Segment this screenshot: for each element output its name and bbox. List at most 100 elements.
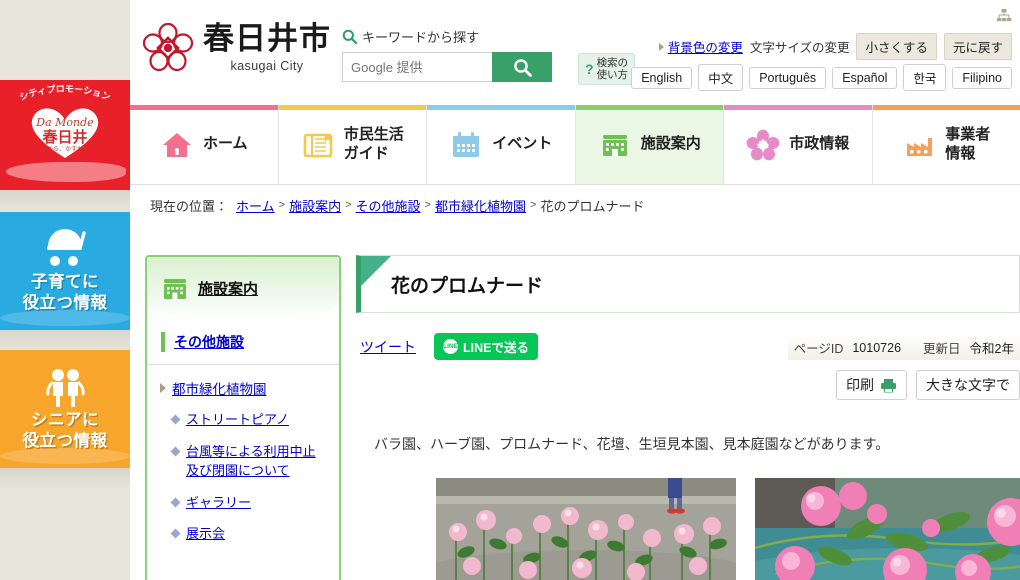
triangle-bullet-icon [160,383,166,393]
search-help-line1: 検索の [596,57,629,69]
local-menu-link-other-facilities[interactable]: その他施設 [161,332,244,352]
nav-label-city-government: 市政情報 [789,135,850,153]
seniors-icon [46,368,85,407]
banner-senior-line2: 役立つ情報 [22,432,108,450]
lang-filipino[interactable]: Filipino [952,66,1012,89]
page-id-value: 1010726 [852,340,902,355]
local-menu-child-item[interactable]: ギャラリー [147,481,339,513]
nav-label-business-info: 事業者 情報 [945,126,991,162]
photo-row [436,478,1020,580]
logo-text-ja: 春日井市 [203,20,331,57]
lang-spanish[interactable]: Español [832,66,898,89]
lang-english[interactable]: English [631,66,693,89]
photo-roses-along-path [436,478,736,580]
photo-roses-closeup [755,478,1020,580]
promo-heart: Da Monde 春日井 だから、かすがい [31,107,99,158]
local-menu-child-item[interactable]: 台風等による利用中止及び閉園について [147,430,339,481]
triangle-bullet-icon [658,42,664,51]
breadcrumb-separator: > [424,199,431,211]
local-menu: 施設案内 その他施設 都市緑化植物園 ストリートピアノ 台風等による利用中止及び… [145,255,341,580]
local-menu-child-exhibition[interactable]: 展示会 [186,525,225,544]
large-text-button[interactable]: 大きな文字で [916,370,1020,400]
font-size-label: 文字サイズの変更 [749,41,850,55]
local-menu-header[interactable]: 施設案内 [147,257,339,320]
language-switcher: English 中文 Português Español 한국 Filipino [631,64,1012,91]
search-submit-button[interactable] [492,52,552,82]
search-input[interactable] [342,52,492,82]
svg-text:だから、かすがい: だから、かすがい [41,145,89,153]
nav-item-facilities[interactable]: 施設案内 [575,105,724,184]
print-label: 印刷 [846,377,874,393]
font-smaller-button[interactable]: 小さくする [856,33,937,60]
guidebook-icon [303,133,333,157]
updated-label: 更新日 [923,342,961,356]
breadcrumb-link-botanical-garden[interactable]: 都市緑化植物園 [435,196,526,215]
search-icon [342,29,357,44]
page-body-text: バラ園、ハーブ園、プロムナード、花壇、生垣見本園、見本庭園などがあります。 [374,436,890,452]
search-label-text: キーワードから探す [362,30,480,45]
line-icon: LINE [443,339,458,354]
page-title-box: 花のプロムナード [356,255,1020,313]
local-menu-child-item[interactable]: ストリートピアノ [147,398,339,430]
site-logo[interactable]: 春日井市 kasugai City [142,22,331,74]
svg-text:春日井: 春日井 [41,128,87,146]
local-menu-child-gallery[interactable]: ギャラリー [186,494,251,513]
factory-icon [907,137,933,156]
breadcrumb-current: 花のプロムナード [540,198,645,214]
breadcrumb-link-home[interactable]: ホーム [236,196,275,215]
print-button[interactable]: 印刷 [836,370,907,400]
nav-label-facilities: 施設案内 [640,135,701,153]
local-menu-parent-item[interactable]: 都市緑化植物園 [147,365,339,398]
banner-senior-info[interactable]: シニアに 役立つ情報 [0,350,130,468]
banner-senior-line1: シニアに [31,410,99,429]
local-menu-child-item[interactable]: 展示会 [147,512,339,544]
nav-label-home: ホーム [202,135,248,153]
banner-childcare-info[interactable]: 子育てに 役立つ情報 [0,212,130,330]
left-banner-rail: シティプロモーション Da Monde 春日井 だから、かすがい 子育てに 役立… [0,0,130,580]
promo-brush-stroke [6,162,126,182]
lang-portuguese[interactable]: Português [749,66,827,89]
breadcrumb-link-facilities[interactable]: 施設案内 [289,196,341,215]
breadcrumb-link-other-facilities[interactable]: その他施設 [356,196,421,215]
nav-item-citizen-guide[interactable]: 市民生活 ガイド [278,105,427,184]
search-help-button[interactable]: ? 検索の 使い方 [578,53,636,86]
updated-value: 令和2年 [969,342,1014,356]
diamond-bullet-icon [170,446,181,457]
banner-childcare-line1: 子育てに [31,272,99,291]
search-label-row: キーワードから探す [342,27,562,46]
local-menu-child-street-piano[interactable]: ストリートピアノ [186,411,289,430]
local-menu-parent-label[interactable]: 都市緑化植物園 [172,378,267,398]
breadcrumb-separator: > [278,199,286,211]
search-icon [513,58,532,77]
building-icon [164,278,186,299]
page-id-pair: ページID 1010726 [794,338,901,357]
tweet-link[interactable]: ツイート [360,337,416,357]
local-menu-top-section: その他施設 [147,328,339,365]
stroller-icon [47,228,86,266]
line-share-label: LINEで送る [463,341,529,355]
nav-item-business-info[interactable]: 事業者 情報 [872,105,1020,184]
nav-item-home[interactable]: ホーム [130,105,279,184]
global-navigation: ホーム 市民生活 ガイド イベント 施設案内 市政情報 事業者 情報 [130,105,1020,185]
line-share-button[interactable]: LINE LINEで送る [434,333,538,360]
lang-chinese[interactable]: 中文 [698,64,744,91]
page-meta-row: ページID 1010726 更新日 令和2年 [787,335,1020,360]
diamond-bullet-icon [170,414,181,425]
nav-item-city-government[interactable]: 市政情報 [724,105,873,184]
background-color-change-link[interactable]: 背景色の変更 [658,37,743,56]
lang-korean[interactable]: 한국 [903,64,947,91]
nav-item-events[interactable]: イベント [427,105,576,184]
sitemap-icon[interactable] [996,8,1012,24]
font-reset-button[interactable]: 元に戻す [943,33,1012,60]
updated-pair: 更新日 令和2年 [923,338,1014,357]
flower-icon [746,129,780,160]
breadcrumb-separator: > [345,199,352,211]
local-menu-heading[interactable]: 施設案内 [198,278,258,299]
kasugai-crest-icon [142,22,194,72]
page-id-label: ページID [793,342,844,356]
page-root: シティプロモーション Da Monde 春日井 だから、かすがい 子育てに 役立… [0,0,1020,580]
diamond-bullet-icon [170,497,181,507]
banner-city-promotion[interactable]: シティプロモーション Da Monde 春日井 だから、かすがい [0,80,130,190]
breadcrumb: 現在の位置： ホーム > 施設案内 > その他施設 > 都市緑化植物園 > 花の… [130,186,1020,224]
local-menu-child-typhoon-closure[interactable]: 台風等による利用中止及び閉園について [186,443,327,481]
